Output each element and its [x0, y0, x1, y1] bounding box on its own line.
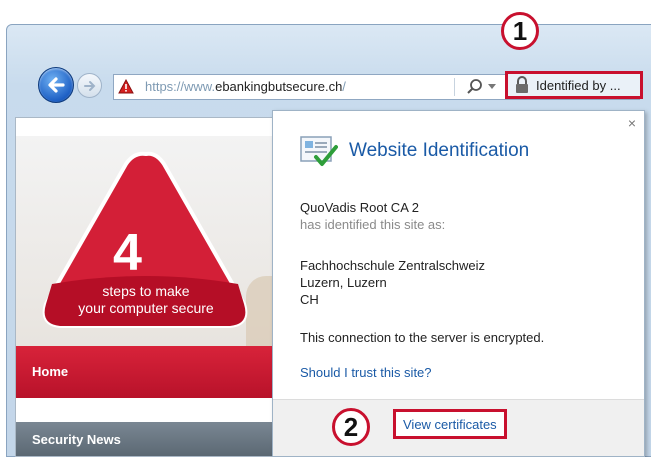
callout-2: 2	[332, 408, 370, 446]
nav-home[interactable]: Home	[16, 346, 274, 398]
search-icon[interactable]	[466, 78, 484, 96]
website-identification-popup: × Website Identification QuoVadis Root C…	[272, 110, 645, 457]
url-host: ebankingbutsecure.ch	[215, 79, 343, 94]
close-icon[interactable]: ×	[628, 115, 636, 131]
hero-tagline-line2: your computer secure	[78, 300, 214, 316]
popup-footer: View certificates	[273, 399, 644, 456]
certificate-warning-icon[interactable]	[118, 79, 134, 94]
organization-info: Fachhochschule Zentralschweiz Luzern, Lu…	[300, 257, 485, 308]
trust-link[interactable]: Should I trust this site?	[300, 365, 432, 380]
chevron-down-icon[interactable]	[488, 84, 496, 89]
forward-button[interactable]	[77, 73, 102, 98]
back-button[interactable]	[38, 67, 74, 103]
certificate-icon	[300, 136, 338, 166]
view-certificates-link[interactable]: View certificates	[393, 409, 507, 439]
hero-tagline: steps to make your computer secure	[40, 283, 252, 317]
lock-icon	[516, 76, 528, 93]
ca-name: QuoVadis Root CA 2	[300, 200, 419, 215]
url-text[interactable]: https://www.ebankingbutsecure.ch/	[145, 79, 346, 94]
identified-by-label: Identified by ...	[536, 77, 621, 93]
identified-text: has identified this site as:	[300, 217, 446, 232]
url-scheme: https://	[145, 79, 185, 94]
org-line-3: CH	[300, 292, 319, 307]
web-page: 4 steps to make your computer secure Hom…	[15, 117, 275, 457]
nav-security-news-label: Security News	[32, 432, 121, 447]
org-line-1: Fachhochschule Zentralschweiz	[300, 258, 485, 273]
divider	[454, 78, 455, 96]
identified-by-button[interactable]: Identified by ...	[505, 71, 643, 99]
hero-number: 4	[113, 224, 142, 282]
encryption-status: This connection to the server is encrypt…	[300, 330, 545, 345]
url-host-prefix: www.	[184, 79, 216, 94]
popup-title: Website Identification	[349, 140, 530, 161]
hero-tagline-line1: steps to make	[102, 283, 190, 299]
nav-home-label: Home	[32, 364, 69, 379]
back-arrow-icon	[48, 77, 65, 93]
nav-gap	[16, 398, 274, 422]
callout-1: 1	[501, 12, 539, 50]
nav-security-news[interactable]: Security News	[16, 422, 274, 456]
hero-banner: 4 steps to make your computer secure	[16, 136, 274, 346]
address-bar[interactable]: https://www.ebankingbutsecure.ch/ Identi…	[113, 71, 643, 100]
org-line-2: Luzern, Luzern	[300, 275, 387, 290]
forward-arrow-icon	[83, 80, 95, 91]
url-suffix: /	[342, 79, 346, 94]
